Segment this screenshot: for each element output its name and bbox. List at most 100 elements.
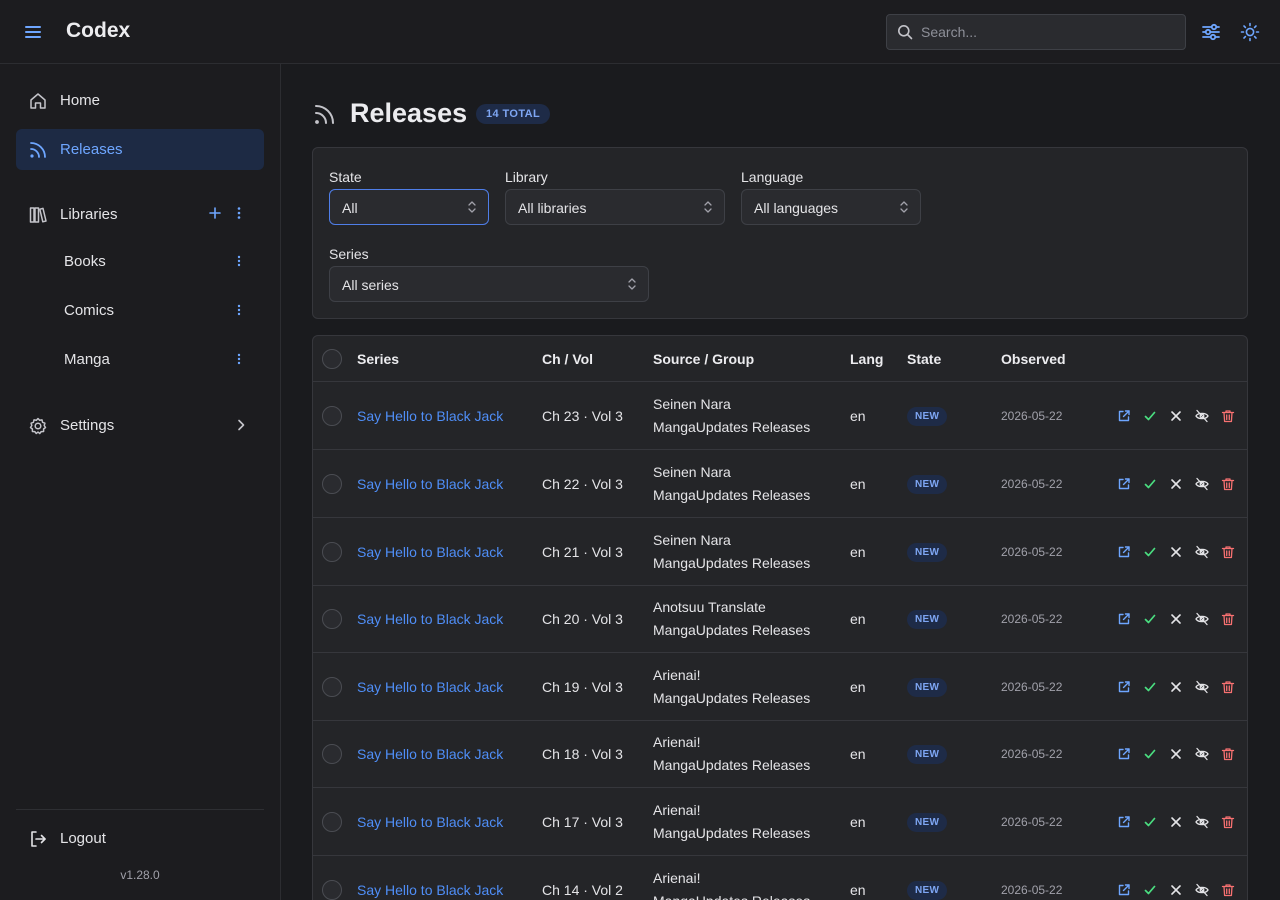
row-checkbox[interactable] [322, 474, 342, 494]
row-checkbox[interactable] [322, 880, 342, 900]
external-link-icon[interactable] [1117, 612, 1131, 626]
trash-icon[interactable] [1221, 612, 1235, 626]
check-icon[interactable] [1143, 815, 1157, 829]
select-all-checkbox[interactable] [322, 349, 342, 369]
x-icon[interactable] [1169, 883, 1183, 897]
release-source: MangaUpdates Releases [653, 419, 811, 435]
series-link[interactable]: Say Hello to Black Jack [357, 814, 503, 830]
select-arrows-icon [702, 200, 714, 214]
sun-icon[interactable] [1239, 21, 1261, 43]
menu-icon[interactable] [22, 21, 44, 43]
more-vertical-icon[interactable] [232, 303, 246, 317]
sidebar-item-libraries[interactable]: Libraries [16, 194, 264, 235]
external-link-icon[interactable] [1117, 477, 1131, 491]
chapter-volume: Ch 19 · Vol 3 [542, 679, 623, 695]
row-checkbox[interactable] [322, 812, 342, 832]
chapter-volume: Ch 20 · Vol 3 [542, 611, 623, 627]
sliders-icon[interactable] [1200, 21, 1222, 43]
row-checkbox[interactable] [322, 542, 342, 562]
row-checkbox[interactable] [322, 609, 342, 629]
sidebar-item-home[interactable]: Home [16, 80, 264, 121]
x-icon[interactable] [1169, 680, 1183, 694]
eye-off-icon[interactable] [1195, 747, 1209, 761]
series-filter-select[interactable]: All series [329, 266, 649, 302]
check-icon[interactable] [1143, 680, 1157, 694]
series-link[interactable]: Say Hello to Black Jack [357, 679, 503, 695]
sidebar-item-settings[interactable]: Settings [16, 405, 264, 446]
library-filter-select[interactable]: All libraries [505, 189, 725, 225]
page-title: Releases [350, 98, 468, 128]
check-icon[interactable] [1143, 477, 1157, 491]
add-library-icon[interactable] [208, 206, 222, 220]
trash-icon[interactable] [1221, 409, 1235, 423]
eye-off-icon[interactable] [1195, 477, 1209, 491]
search-input[interactable] [921, 15, 1177, 49]
trash-icon[interactable] [1221, 545, 1235, 559]
check-icon[interactable] [1143, 883, 1157, 897]
external-link-icon[interactable] [1117, 409, 1131, 423]
rss-icon [313, 102, 337, 126]
check-icon[interactable] [1143, 612, 1157, 626]
eye-off-icon[interactable] [1195, 409, 1209, 423]
external-link-icon[interactable] [1117, 815, 1131, 829]
eye-off-icon[interactable] [1195, 612, 1209, 626]
column-header-series[interactable]: Series [357, 351, 399, 367]
series-link[interactable]: Say Hello to Black Jack [357, 544, 503, 560]
series-link[interactable]: Say Hello to Black Jack [357, 408, 503, 424]
column-header-state[interactable]: State [907, 351, 941, 367]
column-header-source[interactable]: Source / Group [653, 351, 754, 367]
external-link-icon[interactable] [1117, 680, 1131, 694]
check-icon[interactable] [1143, 545, 1157, 559]
row-checkbox[interactable] [322, 744, 342, 764]
search-box[interactable] [886, 14, 1186, 50]
x-icon[interactable] [1169, 612, 1183, 626]
observed-date: 2026-05-22 [1001, 883, 1063, 897]
x-icon[interactable] [1169, 477, 1183, 491]
sidebar-library-books[interactable]: Books [16, 242, 264, 282]
x-icon[interactable] [1169, 545, 1183, 559]
eye-off-icon[interactable] [1195, 545, 1209, 559]
external-link-icon[interactable] [1117, 883, 1131, 897]
series-link[interactable]: Say Hello to Black Jack [357, 476, 503, 492]
more-vertical-icon[interactable] [232, 206, 246, 220]
x-icon[interactable] [1169, 409, 1183, 423]
column-header-observed[interactable]: Observed [1001, 351, 1066, 367]
trash-icon[interactable] [1221, 477, 1235, 491]
eye-off-icon[interactable] [1195, 680, 1209, 694]
series-link[interactable]: Say Hello to Black Jack [357, 611, 503, 627]
row-checkbox[interactable] [322, 406, 342, 426]
column-header-ch-vol[interactable]: Ch / Vol [542, 351, 593, 367]
external-link-icon[interactable] [1117, 747, 1131, 761]
sidebar-library-manga[interactable]: Manga [16, 340, 264, 380]
eye-off-icon[interactable] [1195, 883, 1209, 897]
sidebar-item-releases[interactable]: Releases [16, 129, 264, 170]
column-header-lang[interactable]: Lang [850, 351, 883, 367]
x-icon[interactable] [1169, 747, 1183, 761]
trash-icon[interactable] [1221, 883, 1235, 897]
release-source: MangaUpdates Releases [653, 757, 811, 773]
observed-date: 2026-05-22 [1001, 545, 1063, 559]
series-link[interactable]: Say Hello to Black Jack [357, 882, 503, 898]
state-badge: NEW [907, 610, 948, 629]
check-icon[interactable] [1143, 409, 1157, 423]
chapter-volume: Ch 23 · Vol 3 [542, 408, 623, 424]
observed-date: 2026-05-22 [1001, 612, 1063, 626]
trash-icon[interactable] [1221, 747, 1235, 761]
external-link-icon[interactable] [1117, 545, 1131, 559]
more-vertical-icon[interactable] [232, 352, 246, 366]
x-icon[interactable] [1169, 815, 1183, 829]
trash-icon[interactable] [1221, 815, 1235, 829]
series-link[interactable]: Say Hello to Black Jack [357, 746, 503, 762]
trash-icon[interactable] [1221, 680, 1235, 694]
table-header: Series Ch / Vol Source / Group Lang Stat… [313, 336, 1247, 382]
check-icon[interactable] [1143, 747, 1157, 761]
eye-off-icon[interactable] [1195, 815, 1209, 829]
sidebar-library-comics[interactable]: Comics [16, 291, 264, 331]
release-source: MangaUpdates Releases [653, 893, 810, 900]
state-filter-select[interactable]: All [329, 189, 489, 225]
release-source: MangaUpdates Releases [653, 487, 811, 503]
more-vertical-icon[interactable] [232, 254, 246, 268]
row-checkbox[interactable] [322, 677, 342, 697]
language-filter-select[interactable]: All languages [741, 189, 921, 225]
logout-button[interactable]: Logout [16, 818, 264, 859]
